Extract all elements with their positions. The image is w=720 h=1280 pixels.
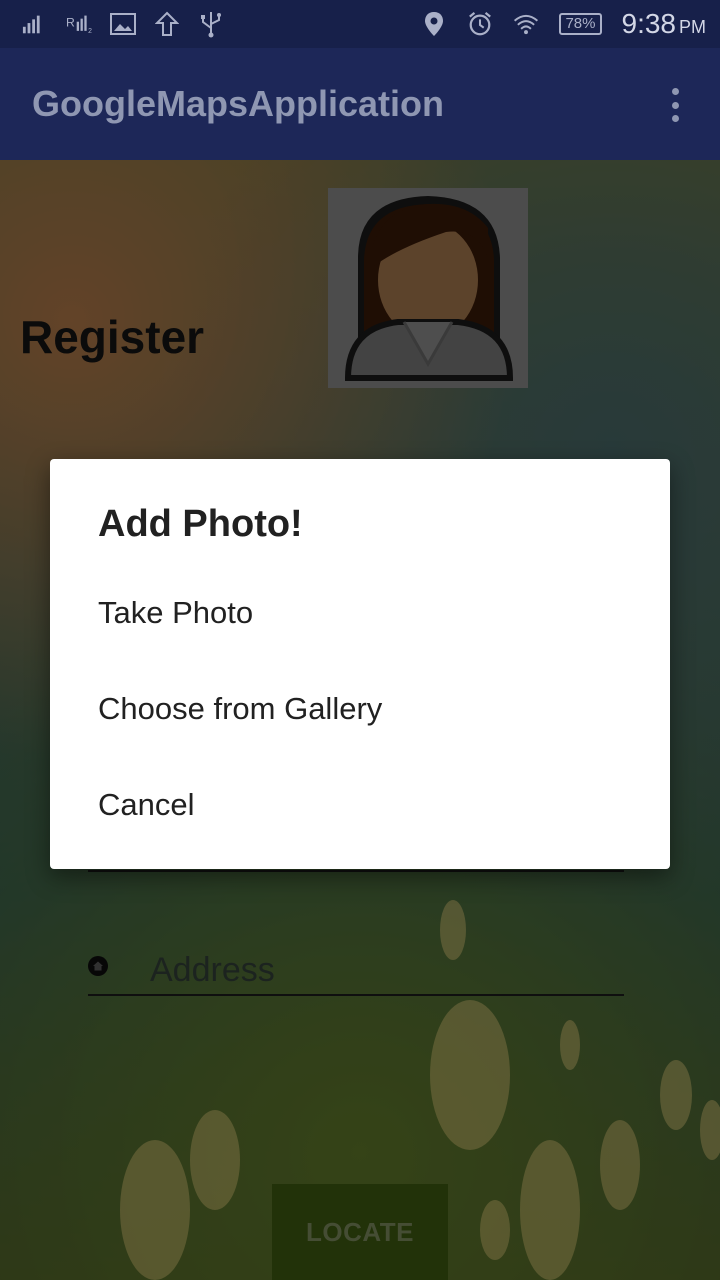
signal-roaming-icon: R 2 [66, 11, 92, 37]
status-bar: R 2 78% 9:38 PM [0, 0, 720, 48]
signal-icon [22, 11, 48, 37]
clock: 9:38 PM [622, 8, 707, 40]
battery-level: 78% [565, 15, 596, 32]
app-title: GoogleMapsApplication [32, 83, 445, 124]
alarm-icon [467, 11, 493, 37]
more-vert-icon[interactable] [660, 88, 690, 122]
svg-text:2: 2 [88, 28, 92, 35]
dialog-title: Add Photo! [98, 503, 303, 545]
cancel-option[interactable]: Cancel [50, 757, 670, 853]
app-toolbar: GoogleMapsApplication [0, 48, 720, 160]
battery-icon: 78% [559, 13, 602, 35]
take-photo-option[interactable]: Take Photo [50, 565, 670, 661]
svg-text:R: R [66, 15, 75, 29]
image-icon [110, 11, 136, 37]
add-photo-dialog: Add Photo! Take Photo Choose from Galler… [50, 459, 670, 869]
upload-icon [154, 11, 180, 37]
clock-time: 9:38 [621, 8, 677, 39]
clock-ampm: PM [679, 17, 706, 37]
wifi-icon [513, 11, 539, 37]
location-icon [421, 11, 447, 37]
usb-icon [198, 11, 224, 38]
choose-from-gallery-option[interactable]: Choose from Gallery [50, 661, 670, 757]
